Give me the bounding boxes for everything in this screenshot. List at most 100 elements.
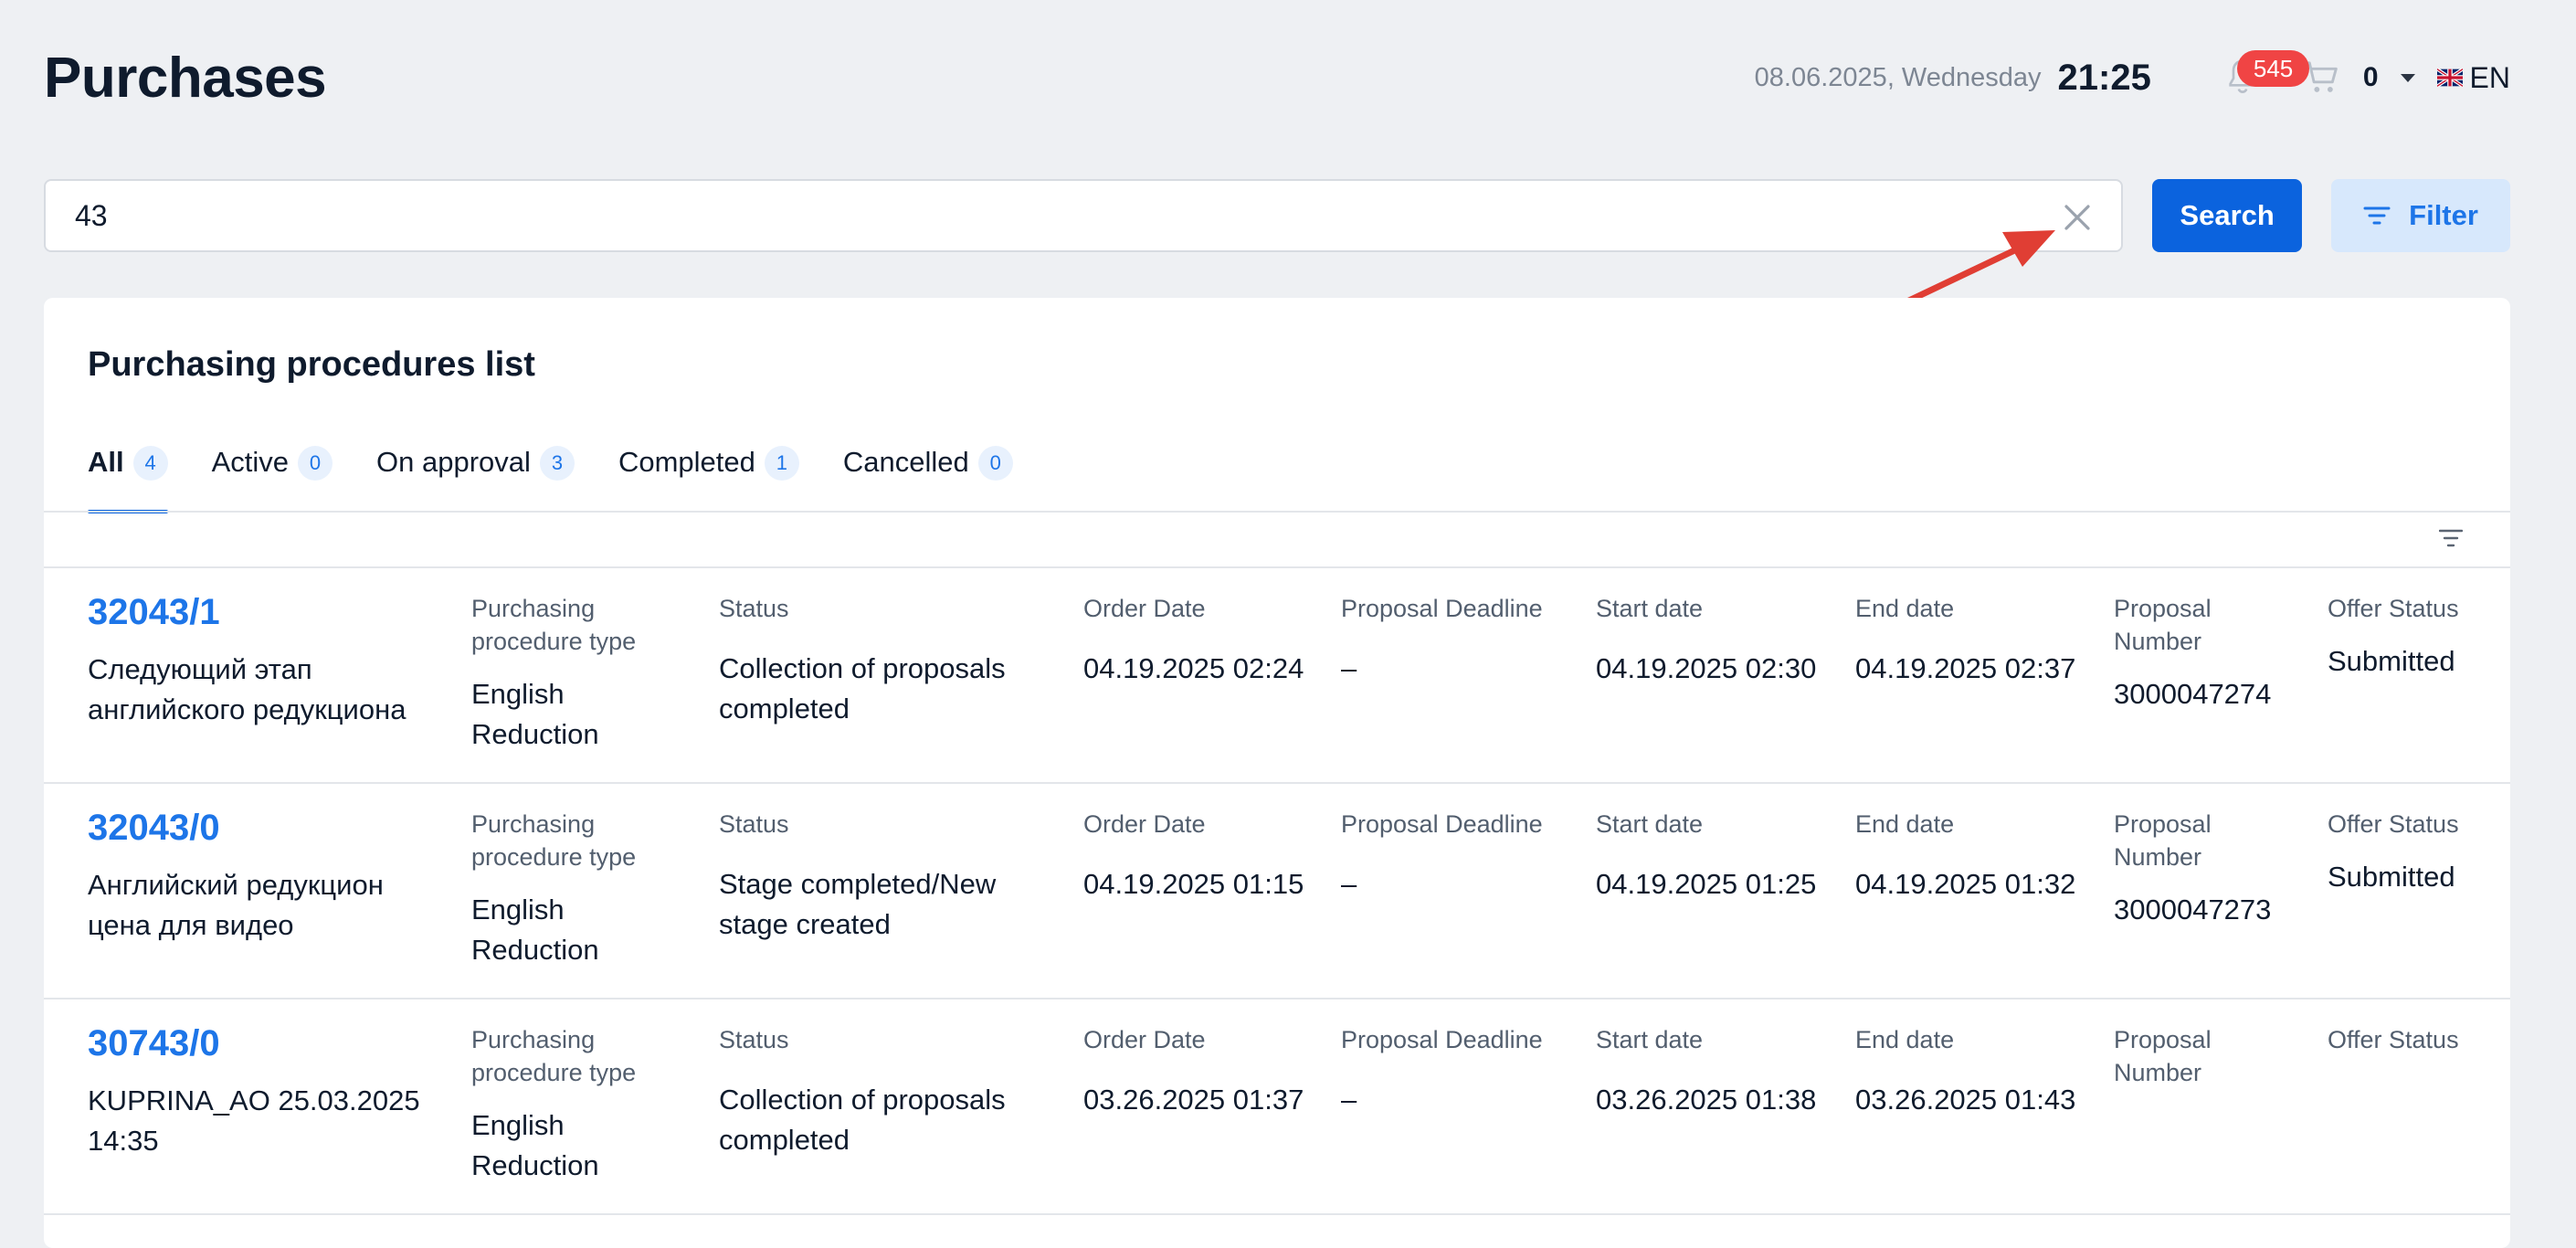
procedure-number-link[interactable]: 30743/0: [88, 1023, 444, 1064]
procedure-name: KUPRINA_AO 25.03.2025 14:35: [88, 1084, 420, 1157]
column-label: Order Date: [1083, 1026, 1206, 1053]
cell-proposal-number: Proposal Number 3000047273: [2114, 808, 2296, 930]
tab-active[interactable]: Active 0: [212, 444, 333, 513]
column-label: Offer Status: [2328, 595, 2459, 622]
procedure-type: English Reduction: [471, 1109, 599, 1181]
filter-icon: [2363, 206, 2391, 225]
search-button[interactable]: Search: [2152, 179, 2303, 252]
page-header: Purchases 08.06.2025, Wednesday 21:25 54…: [44, 37, 2510, 119]
table-row[interactable]: 30743/0 KUPRINA_AO 25.03.2025 14:35 Purc…: [44, 999, 2510, 1215]
tab-count-badge: 0: [977, 446, 1013, 481]
status-value: Stage completed/New stage created: [719, 868, 997, 940]
header-right: 08.06.2025, Wednesday 21:25 545 0 EN: [1754, 50, 2510, 99]
cell-status: Status Collection of proposals completed: [719, 592, 1057, 729]
sort-icon[interactable]: [2439, 528, 2463, 548]
tab-label: Cancelled: [842, 446, 969, 478]
tab-completed[interactable]: Completed 1: [618, 444, 799, 513]
cell-end-date: End date 04.19.2025 01:32: [1855, 808, 2075, 904]
list-title: Purchasing procedures list: [88, 345, 535, 384]
status-tabs: All 4 Active 0 On approval 3 Completed 1…: [88, 444, 1057, 513]
column-label: Status: [719, 810, 789, 838]
tab-label: Active: [211, 446, 290, 478]
procedure-name: Следующий этап английского редукциона: [88, 653, 406, 725]
cell-deadline: Proposal Deadline –: [1341, 1023, 1543, 1120]
column-label: Proposal Deadline: [1341, 595, 1543, 622]
column-label: Proposal Number: [2114, 595, 2212, 655]
column-label: Proposal Number: [2114, 1026, 2212, 1086]
column-label: Start date: [1596, 810, 1704, 838]
tab-label: All: [88, 446, 124, 478]
uk-flag-icon: [2436, 69, 2463, 87]
end-date-value: 03.26.2025 01:43: [1855, 1084, 2076, 1116]
procedure-number-link[interactable]: 32043/0: [88, 808, 444, 849]
cell-type: Purchasing procedure type English Reduct…: [471, 1023, 691, 1186]
start-date-value: 04.19.2025 02:30: [1596, 652, 1817, 684]
current-date: 08.06.2025, Wednesday: [1754, 62, 2042, 92]
column-label: End date: [1855, 1026, 1955, 1053]
cell-procedure: 30743/0 KUPRINA_AO 25.03.2025 14:35: [88, 1023, 444, 1161]
column-label: Status: [719, 595, 789, 622]
proposal-number-value: 3000047273: [2114, 894, 2272, 925]
notifications-badge: 545: [2236, 50, 2310, 87]
tab-on-approval[interactable]: On approval 3: [376, 444, 575, 513]
tab-label: Completed: [618, 446, 755, 478]
procedure-number-link[interactable]: 32043/1: [88, 592, 444, 633]
order-date-value: 04.19.2025 02:24: [1083, 652, 1304, 684]
procedure-type: English Reduction: [471, 894, 599, 966]
column-label: Status: [719, 1026, 789, 1053]
column-label: Purchasing procedure type: [471, 810, 637, 871]
order-date-value: 03.26.2025 01:37: [1083, 1084, 1304, 1116]
status-value: Collection of proposals completed: [719, 652, 1006, 724]
end-date-value: 04.19.2025 01:32: [1855, 868, 2076, 900]
end-date-value: 04.19.2025 02:37: [1855, 652, 2076, 684]
proposal-number-value: 3000047274: [2114, 678, 2272, 710]
cell-start-date: Start date 04.19.2025 01:25: [1596, 808, 1816, 904]
procedure-name: Английский редукцион цена для видео: [88, 869, 384, 941]
offer-status-value: Submitted: [2328, 645, 2455, 677]
cart-count: 0: [2362, 62, 2379, 92]
cell-proposal-number: Proposal Number 3000047274: [2114, 592, 2296, 714]
cell-procedure: 32043/1 Следующий этап английского редук…: [88, 592, 444, 730]
start-date-value: 03.26.2025 01:38: [1596, 1084, 1817, 1116]
cell-order-date: Order Date 04.19.2025 01:15: [1083, 808, 1304, 904]
language-selector[interactable]: EN: [2470, 61, 2510, 95]
deadline-value: –: [1341, 868, 1357, 900]
cell-deadline: Proposal Deadline –: [1341, 592, 1543, 689]
offer-status-value: Submitted: [2328, 861, 2455, 893]
column-label: Offer Status: [2328, 810, 2459, 838]
column-label: Start date: [1596, 1026, 1704, 1053]
filter-button-label: Filter: [2409, 199, 2478, 231]
column-label: Order Date: [1083, 810, 1206, 838]
current-time: 21:25: [2057, 57, 2151, 98]
deadline-value: –: [1341, 1084, 1357, 1116]
column-label: Purchasing procedure type: [471, 1026, 637, 1086]
column-label: Order Date: [1083, 595, 1206, 622]
cell-status: Status Stage completed/New stage created: [719, 808, 1057, 945]
column-label: Offer Status: [2328, 1026, 2459, 1053]
cell-start-date: Start date 03.26.2025 01:38: [1596, 1023, 1816, 1120]
cell-start-date: Start date 04.19.2025 02:30: [1596, 592, 1816, 689]
cell-type: Purchasing procedure type English Reduct…: [471, 808, 691, 970]
tab-count-badge: 4: [132, 446, 168, 481]
tabs-divider: [44, 511, 2510, 513]
table-row[interactable]: 32043/0 Английский редукцион цена для ви…: [44, 784, 2510, 999]
table-row[interactable]: 32043/1 Следующий этап английского редук…: [44, 568, 2510, 784]
tab-count-badge: 1: [764, 446, 799, 481]
filter-button[interactable]: Filter: [2331, 179, 2510, 252]
close-icon[interactable]: [2059, 199, 2096, 236]
tab-label: On approval: [376, 446, 531, 478]
chevron-down-icon[interactable]: [2400, 73, 2415, 82]
search-box: [44, 179, 2124, 252]
search-input[interactable]: [75, 198, 1993, 233]
cell-procedure: 32043/0 Английский редукцион цена для ви…: [88, 808, 444, 946]
cell-offer-status: Offer Status Submitted: [2328, 592, 2483, 682]
procedures-card: Purchasing procedures list All 4 Active …: [44, 298, 2510, 1248]
cell-offer-status: Offer Status: [2328, 1023, 2483, 1073]
cell-end-date: End date 03.26.2025 01:43: [1855, 1023, 2075, 1120]
column-label: End date: [1855, 810, 1955, 838]
column-label: Start date: [1596, 595, 1704, 622]
column-label: Proposal Deadline: [1341, 1026, 1543, 1053]
tab-cancelled[interactable]: Cancelled 0: [843, 444, 1013, 513]
notifications-button[interactable]: 545: [2224, 50, 2310, 98]
tab-all[interactable]: All 4: [88, 444, 168, 513]
